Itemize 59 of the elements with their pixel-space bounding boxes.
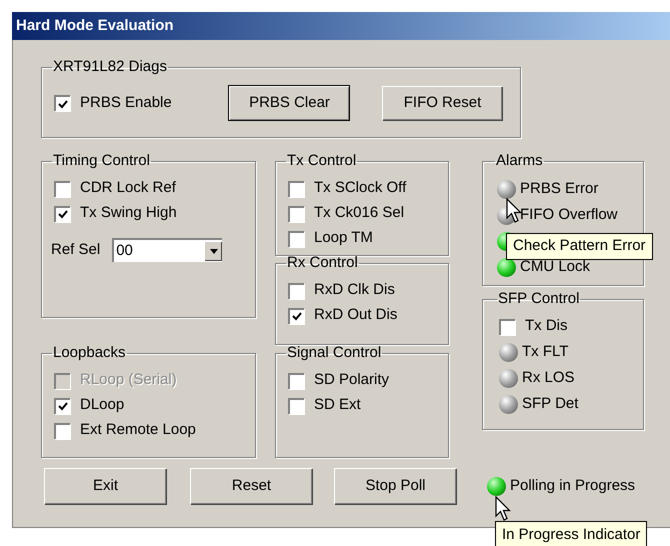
checkbox[interactable]: [288, 282, 304, 298]
checkbox[interactable]: [288, 206, 304, 222]
indicator-label: FIFO Overflow: [520, 204, 618, 225]
checkbox[interactable]: [54, 206, 70, 222]
checkbox[interactable]: [288, 180, 304, 196]
group-label: Loopbacks: [52, 344, 127, 362]
tooltip: In Progress Indicator: [495, 521, 648, 546]
checkbox[interactable]: [288, 230, 304, 246]
field-label: Ref Sel: [51, 240, 100, 260]
indicator-label: PRBS Error: [520, 178, 598, 199]
push-button[interactable]: PRBS Clear: [229, 86, 349, 120]
group-label: SFP Control: [497, 290, 580, 308]
checkbox[interactable]: [288, 308, 304, 324]
push-button[interactable]: FIFO Reset: [382, 86, 502, 120]
push-button[interactable]: Stop Poll: [334, 468, 456, 504]
check-icon: [58, 402, 68, 411]
checkbox-label: RxD Out Dis: [314, 305, 398, 326]
dropdown[interactable]: 00: [112, 238, 222, 262]
push-button[interactable]: Exit: [44, 468, 166, 504]
tooltip: Check Pattern Error: [506, 233, 653, 260]
checkbox-label: CDR Lock Ref: [80, 178, 176, 198]
check-icon: [58, 210, 68, 219]
check-icon: [58, 100, 68, 108]
checkbox-label: Tx Ck016 Sel: [314, 203, 404, 224]
checkbox-label: Ext Remote Loop: [80, 420, 196, 440]
indicator-label: CMU Lock: [520, 256, 590, 277]
group-label: Signal Control: [286, 344, 382, 362]
indicator-label: Rx LOS: [522, 368, 575, 388]
group-label: Alarms: [495, 152, 544, 170]
checkbox-label: RLoop (Serial): [80, 370, 177, 390]
caret-icon: [210, 249, 218, 254]
check-icon: [292, 312, 302, 321]
checkbox[interactable]: [54, 95, 70, 111]
group-label: Timing Control: [52, 152, 151, 170]
checkbox-label: RxD Clk Dis: [314, 280, 395, 300]
checkbox[interactable]: [288, 398, 304, 414]
checkbox[interactable]: [54, 422, 70, 438]
checkbox-label: Tx SClock Off: [314, 178, 406, 198]
group-label: Tx Control: [286, 152, 358, 170]
checkbox-label: SD Polarity: [314, 370, 390, 390]
group-label: XRT91L82 Diags: [52, 58, 168, 76]
indicator-label: Polling in Progress: [510, 476, 636, 496]
checkbox[interactable]: [54, 180, 70, 196]
cursor-icon: [506, 198, 522, 224]
window-title: Hard Mode Evaluation: [16, 16, 174, 36]
checkbox-label: Loop TM: [314, 228, 373, 248]
push-button[interactable]: Reset: [190, 468, 312, 504]
indicator-label: SFP Det: [522, 394, 578, 414]
checkbox[interactable]: [54, 398, 70, 414]
checkbox-label: Tx Swing High: [80, 203, 177, 224]
cursor-icon: [495, 496, 511, 522]
group-label: Rx Control: [286, 254, 359, 272]
checkbox-label: PRBS Enable: [80, 92, 172, 113]
indicator-label: Tx FLT: [522, 342, 568, 362]
checkbox-label: SD Ext: [314, 395, 361, 416]
checkbox[interactable]: [288, 372, 304, 388]
checkbox[interactable]: [499, 318, 515, 334]
checkbox-label: DLoop: [80, 395, 124, 416]
checkbox-label: Tx Dis: [525, 316, 568, 336]
